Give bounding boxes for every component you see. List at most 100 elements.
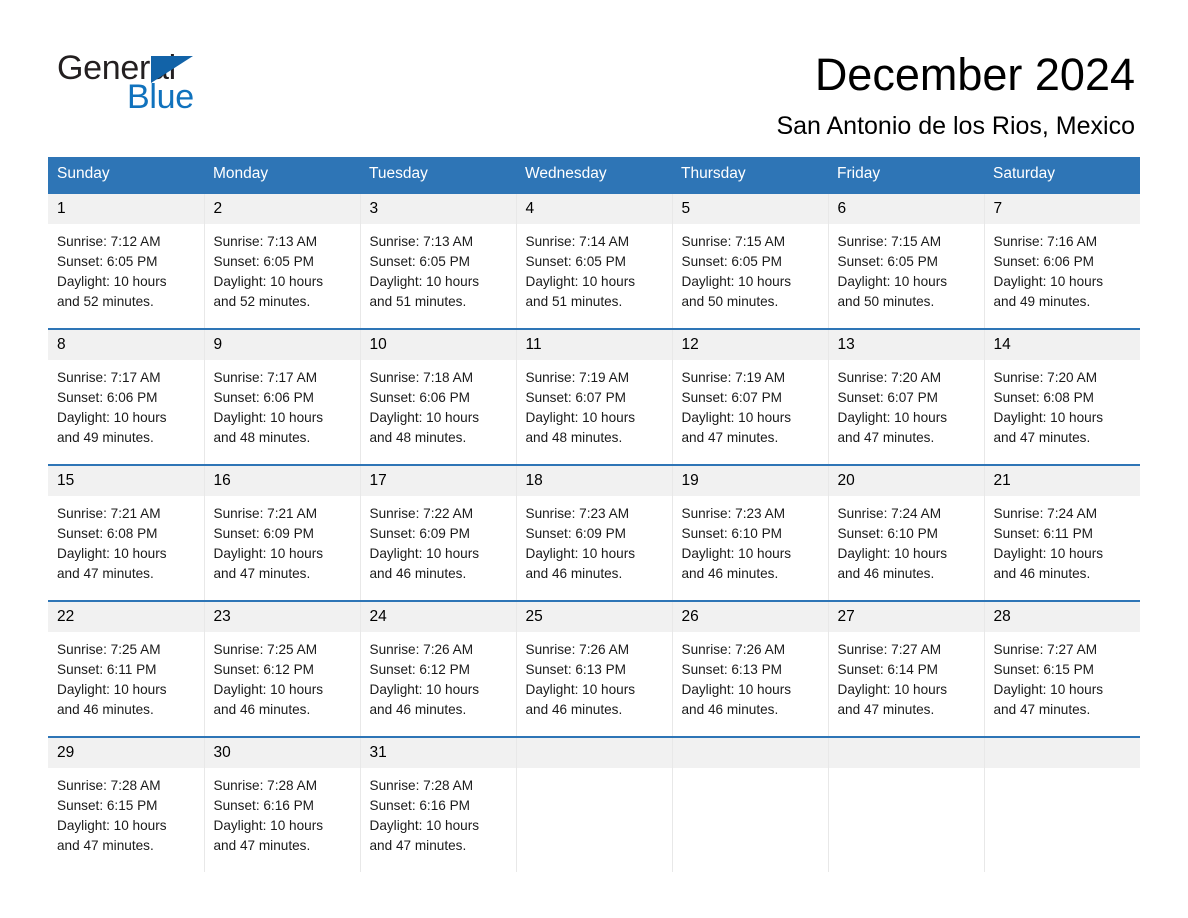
- daylight-duration-line1: Daylight: 10 hours: [57, 546, 167, 562]
- daylight-duration-line1: Daylight: 10 hours: [213, 546, 324, 562]
- sunrise-time: Sunrise: 7:16 AM: [993, 234, 1098, 249]
- day-number: [672, 738, 828, 768]
- daylight-duration-line1: Daylight: 10 hours: [993, 682, 1104, 698]
- sunset-time: Sunset: 6:06 PM: [57, 390, 158, 406]
- day-details: Sunrise: 7:16 AM Sunset: 6:06 PM Daylight:…: [985, 224, 1141, 312]
- calendar-day-cell[interactable]: 28 Sunrise: 7:27 AM Sunset: 6:15 PM Dayligh…: [984, 600, 1141, 737]
- daylight-duration-line2: and 46 minutes.: [681, 702, 779, 718]
- daylight-duration-line1: Daylight: 10 hours: [681, 546, 792, 562]
- sunrise-time: Sunrise: 7:13 AM: [369, 234, 474, 249]
- daylight-duration-line1: Daylight: 10 hours: [369, 546, 480, 562]
- calendar-day-cell[interactable]: 2 Sunrise: 7:13 AM Sunset: 6:05 PM Daylight…: [204, 192, 361, 329]
- weekday-header-monday: Monday: [204, 157, 360, 193]
- calendar-day-cell[interactable]: 24 Sunrise: 7:26 AM Sunset: 6:12 PM Dayligh…: [360, 600, 517, 737]
- sunrise-time: Sunrise: 7:22 AM: [369, 506, 474, 521]
- sunrise-time: Sunrise: 7:18 AM: [369, 370, 474, 385]
- calendar-day-cell[interactable]: 18 Sunrise: 7:23 AM Sunset: 6:09 PM Dayligh…: [516, 464, 673, 601]
- day-details: Sunrise: 7:25 AM Sunset: 6:12 PM Daylight:…: [205, 632, 360, 720]
- daylight-duration-line2: and 47 minutes.: [993, 702, 1091, 718]
- weekday-header-friday: Friday: [828, 157, 984, 193]
- calendar-day-cell[interactable]: 1 Sunrise: 7:12 AM Sunset: 6:05 PM Daylight…: [48, 192, 205, 329]
- calendar-day-cell[interactable]: 3 Sunrise: 7:13 AM Sunset: 6:05 PM Daylight…: [360, 192, 517, 329]
- calendar-day-cell[interactable]: 5 Sunrise: 7:15 AM Sunset: 6:05 PM Daylight…: [672, 192, 829, 329]
- sunrise-time: Sunrise: 7:20 AM: [993, 370, 1098, 385]
- calendar-day-cell[interactable]: 14 Sunrise: 7:20 AM Sunset: 6:08 PM Dayligh…: [984, 328, 1140, 465]
- weekday-header-saturday: Saturday: [984, 157, 1140, 193]
- day-details: Sunrise: 7:21 AM Sunset: 6:08 PM Daylight:…: [48, 496, 204, 584]
- daylight-duration-line2: and 46 minutes.: [837, 566, 935, 582]
- day-number: 25: [516, 602, 672, 632]
- calendar-day-cell[interactable]: 29 Sunrise: 7:28 AM Sunset: 6:15 PM Dayligh…: [48, 736, 205, 872]
- day-number: 9: [204, 330, 360, 360]
- calendar-day-cell[interactable]: 16 Sunrise: 7:21 AM Sunset: 6:09 PM Dayligh…: [204, 464, 361, 601]
- daylight-duration-line2: and 52 minutes.: [213, 294, 311, 310]
- day-details: Sunrise: 7:15 AM Sunset: 6:05 PM Daylight:…: [829, 224, 984, 312]
- calendar-day-cell[interactable]: 15 Sunrise: 7:21 AM Sunset: 6:08 PM Dayligh…: [48, 464, 205, 601]
- calendar-day-cell[interactable]: 8 Sunrise: 7:17 AM Sunset: 6:06 PM Daylight…: [48, 328, 205, 465]
- daylight-duration-line1: Daylight: 10 hours: [525, 410, 636, 426]
- calendar-day-cell[interactable]: 30 Sunrise: 7:28 AM Sunset: 6:16 PM Dayligh…: [204, 736, 361, 872]
- daylight-duration-line1: Daylight: 10 hours: [837, 410, 948, 426]
- calendar-day-cell[interactable]: 20 Sunrise: 7:24 AM Sunset: 6:10 PM Dayligh…: [828, 464, 985, 601]
- sunrise-time: Sunrise: 7:21 AM: [213, 506, 318, 521]
- daylight-duration-line1: Daylight: 10 hours: [525, 546, 636, 562]
- daylight-duration-line1: Daylight: 10 hours: [369, 818, 480, 834]
- sunrise-time: Sunrise: 7:15 AM: [837, 234, 942, 249]
- page-title: December 2024: [814, 49, 1135, 100]
- daylight-duration-line2: and 47 minutes.: [57, 566, 154, 582]
- day-details: Sunrise: 7:27 AM Sunset: 6:15 PM Daylight:…: [985, 632, 1141, 720]
- day-number: 24: [360, 602, 516, 632]
- day-details: Sunrise: 7:23 AM Sunset: 6:09 PM Daylight:…: [517, 496, 672, 584]
- calendar-day-cell[interactable]: 26 Sunrise: 7:26 AM Sunset: 6:13 PM Dayligh…: [672, 600, 829, 737]
- sunrise-time: Sunrise: 7:26 AM: [369, 642, 474, 657]
- generalblue-logo[interactable]: General Blue: [57, 50, 377, 120]
- calendar-day-cell-empty: [516, 736, 673, 872]
- day-details: Sunrise: 7:21 AM Sunset: 6:09 PM Daylight:…: [205, 496, 360, 584]
- calendar-day-cell[interactable]: 21 Sunrise: 7:24 AM Sunset: 6:11 PM Dayligh…: [984, 464, 1141, 601]
- day-number: 31: [360, 738, 516, 768]
- daylight-duration-line1: Daylight: 10 hours: [993, 274, 1104, 290]
- calendar-day-cell[interactable]: 11 Sunrise: 7:19 AM Sunset: 6:07 PM Dayligh…: [516, 328, 673, 465]
- calendar-week-row: 8 Sunrise: 7:17 AM Sunset: 6:06 PM Daylight…: [48, 328, 1140, 465]
- day-number: 11: [516, 330, 672, 360]
- day-number: 21: [984, 466, 1140, 496]
- calendar-day-cell[interactable]: 19 Sunrise: 7:23 AM Sunset: 6:10 PM Dayligh…: [672, 464, 829, 601]
- calendar-day-cell[interactable]: 13 Sunrise: 7:20 AM Sunset: 6:07 PM Dayligh…: [828, 328, 985, 465]
- calendar-week-row: 15 Sunrise: 7:21 AM Sunset: 6:08 PM Dayligh…: [48, 464, 1141, 601]
- daylight-duration-line1: Daylight: 10 hours: [213, 682, 324, 698]
- sunset-time: Sunset: 6:12 PM: [369, 662, 471, 678]
- sunrise-time: Sunrise: 7:23 AM: [525, 506, 630, 521]
- calendar-day-cell[interactable]: 25 Sunrise: 7:26 AM Sunset: 6:13 PM Dayligh…: [516, 600, 673, 737]
- calendar-day-cell[interactable]: 27 Sunrise: 7:27 AM Sunset: 6:14 PM Dayligh…: [828, 600, 985, 737]
- calendar-day-cell[interactable]: 12 Sunrise: 7:19 AM Sunset: 6:07 PM Dayligh…: [672, 328, 829, 465]
- logo-text-blue: Blue: [127, 78, 194, 116]
- calendar-day-cell[interactable]: 6 Sunrise: 7:15 AM Sunset: 6:05 PM Daylight…: [828, 192, 985, 329]
- sunset-time: Sunset: 6:16 PM: [213, 798, 315, 814]
- day-details: Sunrise: 7:28 AM Sunset: 6:16 PM Daylight:…: [205, 768, 360, 856]
- calendar-day-cell[interactable]: 10 Sunrise: 7:18 AM Sunset: 6:06 PM Dayligh…: [360, 328, 517, 465]
- day-number: 2: [204, 194, 360, 224]
- calendar-day-cell[interactable]: 31 Sunrise: 7:28 AM Sunset: 6:16 PM Dayligh…: [360, 736, 517, 872]
- day-number: 28: [984, 602, 1140, 632]
- calendar-day-cell[interactable]: 22 Sunrise: 7:25 AM Sunset: 6:11 PM Dayligh…: [48, 600, 205, 737]
- sunset-time: Sunset: 6:11 PM: [993, 526, 1094, 542]
- sunset-time: Sunset: 6:06 PM: [213, 390, 315, 406]
- daylight-duration-line1: Daylight: 10 hours: [213, 274, 324, 290]
- daylight-duration-line1: Daylight: 10 hours: [369, 410, 480, 426]
- day-number: 17: [360, 466, 516, 496]
- day-details: Sunrise: 7:24 AM Sunset: 6:11 PM Daylight:…: [985, 496, 1141, 584]
- daylight-duration-line1: Daylight: 10 hours: [681, 274, 792, 290]
- calendar-day-cell[interactable]: 9 Sunrise: 7:17 AM Sunset: 6:06 PM Daylight…: [204, 328, 361, 465]
- calendar-day-cell[interactable]: 7 Sunrise: 7:16 AM Sunset: 6:06 PM Daylight…: [984, 192, 1141, 329]
- calendar-day-cell[interactable]: 4 Sunrise: 7:14 AM Sunset: 6:05 PM Daylight…: [516, 192, 673, 329]
- calendar-day-cell[interactable]: 23 Sunrise: 7:25 AM Sunset: 6:12 PM Dayligh…: [204, 600, 361, 737]
- day-details: Sunrise: 7:17 AM Sunset: 6:06 PM Daylight:…: [205, 360, 360, 448]
- sunset-time: Sunset: 6:14 PM: [837, 662, 939, 678]
- day-details: Sunrise: 7:19 AM Sunset: 6:07 PM Daylight:…: [517, 360, 672, 448]
- daylight-duration-line1: Daylight: 10 hours: [837, 682, 948, 698]
- sunset-time: Sunset: 6:05 PM: [57, 254, 158, 270]
- calendar-page: General Blue December 2024 San Antonio d…: [0, 0, 1188, 918]
- calendar-day-cell[interactable]: 17 Sunrise: 7:22 AM Sunset: 6:09 PM Dayligh…: [360, 464, 517, 601]
- daylight-duration-line1: Daylight: 10 hours: [369, 274, 480, 290]
- sunrise-time: Sunrise: 7:26 AM: [525, 642, 630, 657]
